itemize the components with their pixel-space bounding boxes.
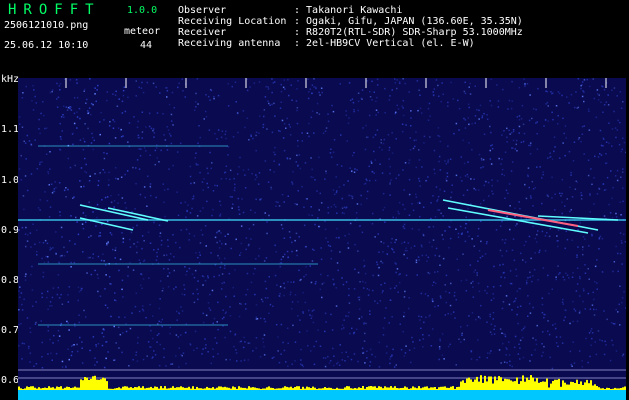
receiver-label: Receiver [178, 27, 227, 38]
meteor-label: meteor [124, 26, 161, 37]
antenna-label: Receiving antenna [178, 38, 281, 49]
freq-tick: 0.6 [1, 375, 20, 386]
receiver-value: : R820T2(RTL-SDR) SDR-Sharp 53.1000MHz [294, 27, 523, 38]
app-name: HROFFT [8, 2, 101, 18]
spectrogram-plot [18, 78, 626, 400]
header-panel: HROFFT 1.0.0 2506121010.png meteor 25.06… [0, 0, 629, 74]
freq-tick: 0.9 [1, 225, 20, 236]
freq-tick: 0.8 [1, 275, 20, 286]
location-label: Receiving Location [178, 16, 287, 27]
freq-tick: 1.1 [1, 124, 20, 135]
datetime: 25.06.12 10:10 [4, 40, 89, 51]
location-value: : Ogaki, Gifu, JAPAN (136.60E, 35.35N) [294, 16, 523, 27]
observer-label: Observer [178, 5, 227, 16]
khz-unit-label: kHz [1, 74, 20, 85]
app-version: 1.0.0 [127, 5, 158, 16]
freq-tick: 1.0 [1, 175, 20, 186]
file-name: 2506121010.png [4, 20, 89, 31]
observer-value: : Takanori Kawachi [294, 5, 403, 16]
antenna-value: : 2el-HB9CV Vertical (el. E-W) [294, 38, 475, 49]
meteor-count: 44 [140, 40, 153, 51]
freq-tick: 0.7 [1, 325, 20, 336]
